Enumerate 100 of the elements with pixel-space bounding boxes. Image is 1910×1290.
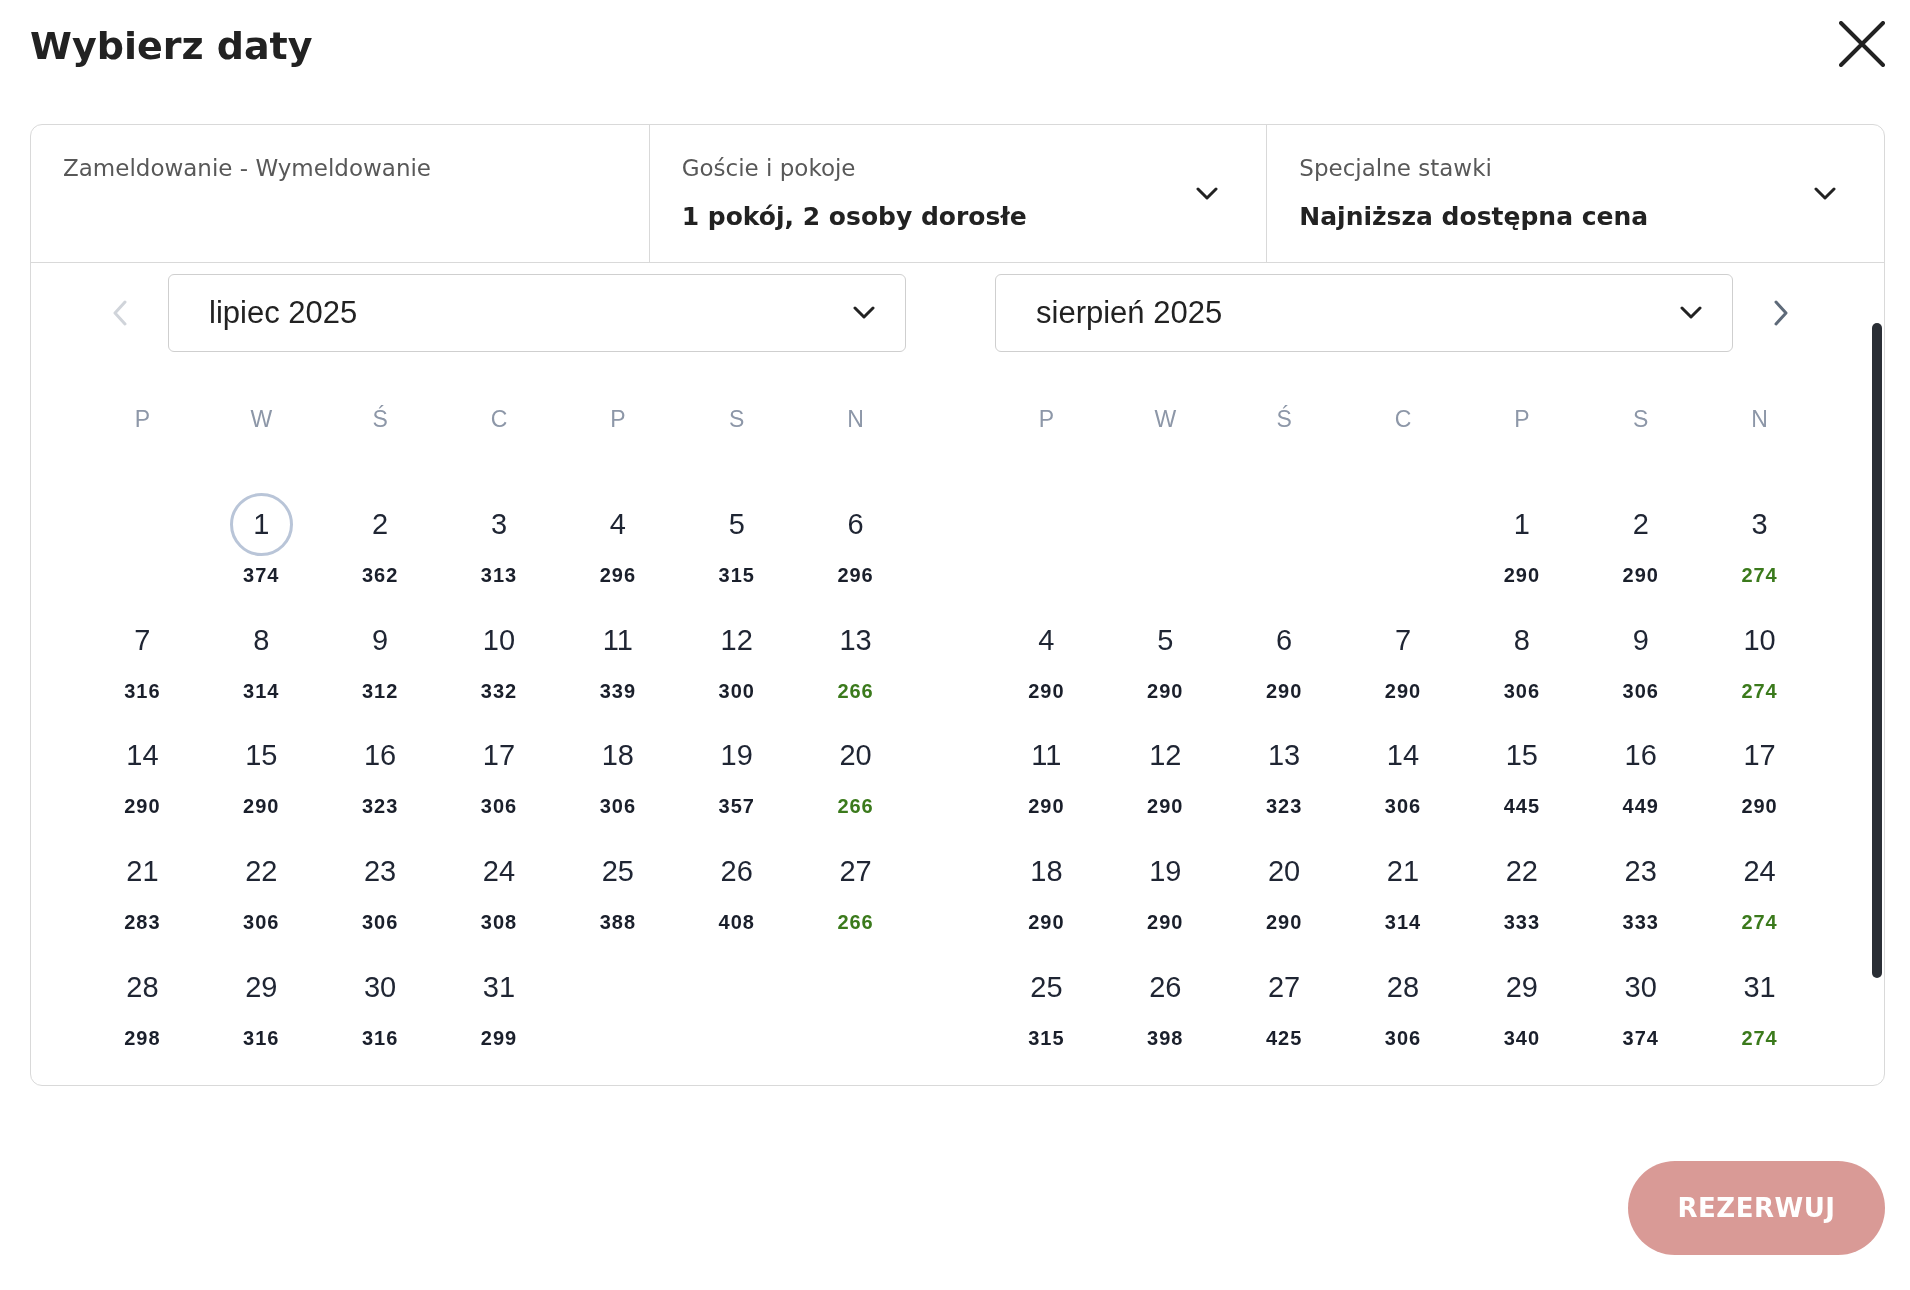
date-button[interactable]: 12	[1133, 724, 1197, 788]
price-label: 306	[1384, 794, 1422, 819]
date-button[interactable]: 30	[348, 955, 412, 1019]
price-label: 315	[1028, 1025, 1065, 1050]
date-button[interactable]: 22	[1490, 840, 1554, 904]
price-label: 425	[1265, 1025, 1303, 1050]
date-button[interactable]: 3	[1728, 493, 1792, 556]
month-select[interactable]: sierpień 2025	[995, 274, 1733, 352]
price-label: 398	[1147, 1025, 1184, 1050]
scrollbar-thumb[interactable]	[1872, 323, 1882, 978]
date-button[interactable]: 22	[229, 840, 293, 904]
weekday-label: C	[490, 405, 508, 433]
date-button[interactable]: 6	[824, 493, 888, 556]
price-label: 299	[480, 1025, 518, 1050]
date-button[interactable]: 30	[1609, 955, 1673, 1019]
weekday-label: Ś	[1276, 405, 1292, 433]
date-button[interactable]: 28	[1371, 955, 1435, 1019]
date-button[interactable]: 21	[110, 840, 174, 904]
date-button[interactable]: 4	[1014, 608, 1078, 672]
price-label: 333	[1503, 910, 1541, 935]
date-button[interactable]: 14	[110, 724, 174, 788]
date-button[interactable]: 20	[1252, 840, 1316, 904]
date-button[interactable]: 1	[229, 493, 293, 556]
weekday-label: N	[847, 405, 864, 433]
date-button[interactable]: 27	[1252, 955, 1316, 1019]
date-button[interactable]: 16	[348, 724, 412, 788]
date-button[interactable]: 9	[1609, 608, 1673, 672]
date-button[interactable]: 20	[824, 724, 888, 788]
date-button[interactable]: 24	[1728, 840, 1792, 904]
date-button[interactable]: 5	[705, 493, 769, 556]
date-button[interactable]: 19	[1133, 840, 1197, 904]
date-button[interactable]: 13	[1252, 724, 1316, 788]
price-label: 290	[1384, 678, 1422, 703]
date-button[interactable]: 4	[586, 493, 650, 556]
date-button[interactable]: 18	[1014, 840, 1078, 904]
month-select[interactable]: lipiec 2025	[168, 274, 906, 352]
price-label: 306	[1622, 678, 1659, 703]
date-button[interactable]: 29	[229, 955, 293, 1019]
date-button[interactable]: 23	[1609, 840, 1673, 904]
date-button[interactable]: 2	[1609, 493, 1673, 556]
date-button[interactable]: 31	[1728, 955, 1792, 1019]
date-button[interactable]: 14	[1371, 724, 1435, 788]
date-button[interactable]: 8	[1490, 608, 1554, 672]
price-label: 306	[1384, 1025, 1422, 1050]
date-button[interactable]: 24	[467, 840, 531, 904]
price-label: 290	[1622, 563, 1659, 587]
price-label: 306	[1503, 678, 1541, 703]
date-button[interactable]: 7	[1371, 608, 1435, 672]
price-label: 290	[1028, 678, 1065, 703]
date-button[interactable]: 11	[1014, 724, 1078, 788]
price-label: 274	[1741, 910, 1778, 935]
date-button[interactable]: 25	[1014, 955, 1078, 1019]
date-button[interactable]: 26	[705, 840, 769, 904]
price-label: 290	[1147, 794, 1184, 819]
price-label: 306	[599, 794, 637, 819]
date-button[interactable]: 18	[586, 724, 650, 788]
price-label: 339	[599, 678, 637, 703]
date-button[interactable]: 15	[229, 724, 293, 788]
date-button[interactable]: 16	[1609, 724, 1673, 788]
price-label: 274	[1741, 563, 1778, 587]
date-button[interactable]: 28	[110, 955, 174, 1019]
close-button[interactable]	[1839, 21, 1885, 67]
price-label: 306	[480, 794, 518, 819]
date-button[interactable]: 27	[824, 840, 888, 904]
date-button[interactable]: 2	[348, 493, 412, 556]
date-button[interactable]: 23	[348, 840, 412, 904]
date-button[interactable]: 15	[1490, 724, 1554, 788]
date-button[interactable]: 9	[348, 608, 412, 672]
date-button[interactable]: 31	[467, 955, 531, 1019]
weekday-label: P	[610, 405, 626, 433]
date-button[interactable]: 6	[1252, 608, 1316, 672]
price-label: 312	[361, 678, 399, 703]
date-button[interactable]: 3	[467, 493, 531, 556]
date-button[interactable]: 7	[110, 608, 174, 672]
price-label: 308	[480, 910, 518, 935]
price-label: 316	[243, 1025, 280, 1050]
price-label: 388	[599, 910, 637, 935]
weekday-label: S	[1633, 405, 1649, 433]
price-label: 323	[361, 794, 399, 819]
date-button[interactable]: 21	[1371, 840, 1435, 904]
date-button[interactable]: 10	[467, 608, 531, 672]
date-range-field[interactable]: Zameldowanie - Wymeldowanie	[31, 125, 649, 262]
weekday-label: Ś	[372, 405, 388, 433]
date-button[interactable]: 1	[1490, 493, 1554, 556]
price-label: 374	[1622, 1025, 1659, 1050]
date-button[interactable]: 19	[705, 724, 769, 788]
date-button[interactable]: 29	[1490, 955, 1554, 1019]
date-button[interactable]: 13	[824, 608, 888, 672]
price-label: 362	[361, 563, 399, 587]
date-button[interactable]: 25	[586, 840, 650, 904]
date-button[interactable]: 26	[1133, 955, 1197, 1019]
date-button[interactable]: 8	[229, 608, 293, 672]
date-button[interactable]: 10	[1728, 608, 1792, 672]
date-button[interactable]: 17	[1728, 724, 1792, 788]
date-button[interactable]: 12	[705, 608, 769, 672]
dropdown-field[interactable]: Specjalne stawki Najniższa dostępna cena	[1266, 125, 1884, 262]
dropdown-field[interactable]: Goście i pokoje 1 pokój, 2 osoby dorosłe	[648, 125, 1267, 262]
date-button[interactable]: 5	[1133, 608, 1197, 672]
date-button[interactable]: 17	[467, 724, 531, 788]
date-button[interactable]: 11	[586, 608, 650, 672]
